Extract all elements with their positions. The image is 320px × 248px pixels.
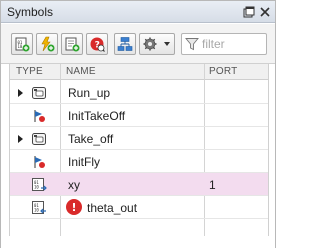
- svg-text:10: 10: [34, 208, 39, 213]
- event-icon: [31, 108, 47, 124]
- table-row[interactable]: Run_up: [10, 81, 268, 104]
- resolve-undefined-button[interactable]: ?: [86, 33, 108, 55]
- state-icon: [31, 131, 47, 147]
- symbol-name: InitTakeOff: [68, 109, 126, 123]
- add-data-button[interactable]: 01 10: [11, 33, 33, 55]
- error-icon: !: [66, 199, 82, 215]
- symbols-table: TYPE NAME PORT Run_up InitTakeOff Take_o…: [9, 64, 269, 236]
- filter-field[interactable]: [181, 33, 267, 55]
- add-event-button[interactable]: [36, 33, 58, 55]
- symbol-name: Take_off: [68, 132, 114, 146]
- table-row[interactable]: 01 10 ! theta_out: [10, 196, 268, 219]
- resolve-undefined-icon: ?: [90, 37, 105, 52]
- symbol-port[interactable]: 1: [209, 178, 216, 192]
- symbol-name: Run_up: [68, 86, 111, 100]
- state-icon: [31, 85, 47, 101]
- data-output-icon: 01 10: [31, 200, 47, 216]
- filter-funnel-icon: [185, 38, 199, 51]
- panel-title: Symbols: [7, 5, 54, 19]
- header-name[interactable]: NAME: [66, 66, 96, 77]
- add-event-icon: [41, 36, 55, 52]
- settings-dropdown-button[interactable]: [139, 33, 175, 55]
- symbol-name: InitFly: [68, 155, 101, 169]
- hierarchy-button[interactable]: [114, 33, 136, 55]
- undock-icon[interactable]: [242, 5, 256, 19]
- filter-input[interactable]: [202, 36, 264, 52]
- add-message-button[interactable]: [61, 33, 83, 55]
- table-row[interactable]: InitTakeOff: [10, 104, 268, 127]
- gear-icon: [143, 37, 170, 51]
- symbol-name: theta_out: [87, 201, 138, 215]
- expand-arrow-icon[interactable]: [18, 89, 23, 97]
- table-header: TYPE NAME PORT: [10, 64, 268, 80]
- table-row-selected[interactable]: 01 10 xy 1: [10, 173, 268, 196]
- table-row[interactable]: Take_off: [10, 127, 268, 150]
- hierarchy-icon: [117, 37, 133, 51]
- svg-text:10: 10: [18, 44, 23, 49]
- table-row[interactable]: InitFly: [10, 150, 268, 173]
- expand-arrow-icon[interactable]: [18, 135, 23, 143]
- panel-footer: [1, 237, 275, 248]
- symbols-panel: Symbols 01 10 ? filter TYPE NAME PORT Ru…: [0, 0, 276, 248]
- add-message-icon: [65, 37, 80, 52]
- header-type[interactable]: TYPE: [16, 66, 43, 77]
- data-input-icon: 01 10: [31, 177, 47, 193]
- event-icon: [31, 154, 47, 170]
- add-data-icon: 0110: [15, 37, 30, 52]
- panel-titlebar: Symbols: [1, 1, 275, 23]
- symbol-name: xy: [68, 178, 80, 192]
- close-icon[interactable]: [258, 5, 272, 19]
- toolbar: 01 10 ?: [1, 24, 275, 64]
- header-port[interactable]: PORT: [209, 66, 237, 77]
- svg-text:10: 10: [34, 185, 39, 190]
